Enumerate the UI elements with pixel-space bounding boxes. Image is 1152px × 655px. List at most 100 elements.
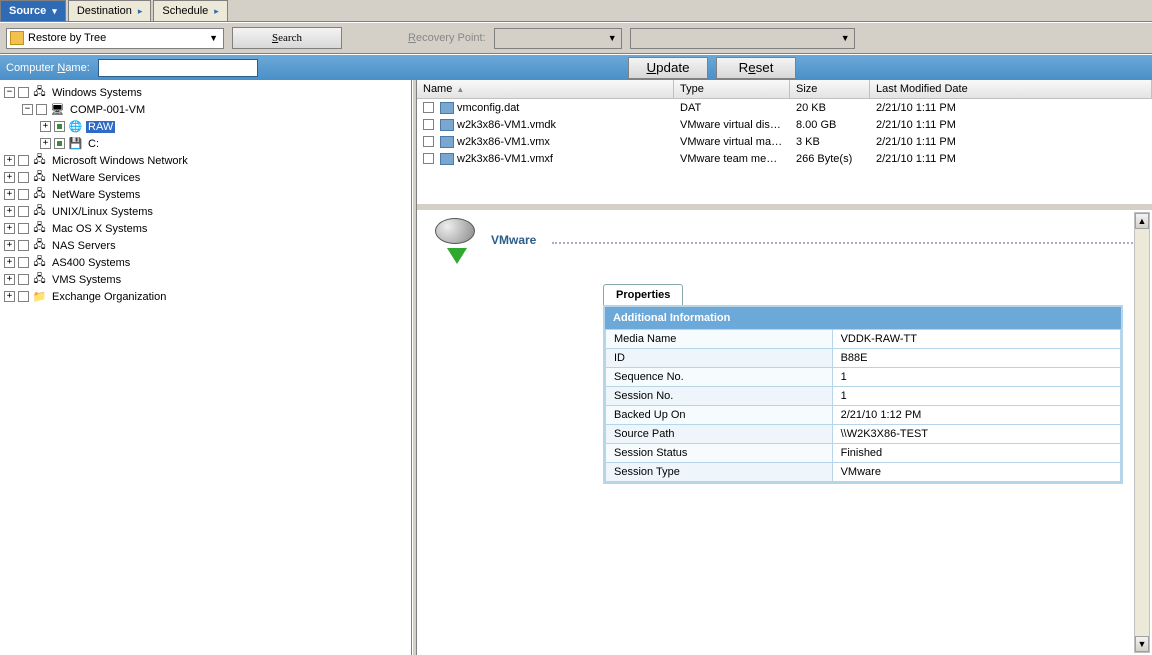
tree-node[interactable]: +🖧VMS Systems — [2, 271, 411, 288]
checkbox[interactable] — [423, 136, 434, 147]
right-pane: Name▲ Type Size Last Modified Date vmcon… — [417, 80, 1152, 655]
chevron-right-icon: ▸ — [138, 6, 143, 17]
network-icon: 🖧 — [32, 273, 47, 286]
file-type: VMware team member — [674, 153, 790, 165]
property-row: Session No.1 — [606, 387, 1121, 406]
recovery-point-date-select[interactable]: ▼ — [494, 28, 622, 49]
checkbox[interactable] — [18, 172, 29, 183]
property-key: Session Type — [606, 463, 833, 482]
checkbox[interactable] — [36, 104, 47, 115]
expand-icon[interactable]: + — [4, 274, 15, 285]
file-row[interactable]: vmconfig.datDAT20 KB2/21/10 1:11 PM — [417, 99, 1152, 116]
tab-source[interactable]: Source▾ — [0, 0, 66, 21]
computer-icon: 🖥 — [50, 103, 65, 116]
tree-node-c-drive[interactable]: + 💾 C: — [38, 135, 411, 152]
expand-icon[interactable]: + — [4, 206, 15, 217]
tree-node[interactable]: +🖧NetWare Services — [2, 169, 411, 186]
update-button[interactable]: Update — [628, 57, 708, 79]
checkbox[interactable] — [18, 240, 29, 251]
property-key: Media Name — [606, 330, 833, 349]
checkbox[interactable] — [423, 102, 434, 113]
file-row[interactable]: w2k3x86-VM1.vmxfVMware team member266 By… — [417, 150, 1152, 167]
expand-icon[interactable]: + — [4, 223, 15, 234]
checkbox[interactable] — [18, 257, 29, 268]
property-key: Backed Up On — [606, 406, 833, 425]
detail-pane: VMware Properties Additional Information… — [417, 204, 1152, 655]
scroll-up-icon[interactable]: ▲ — [1135, 213, 1149, 229]
file-size: 8.00 GB — [790, 119, 870, 131]
file-date: 2/21/10 1:11 PM — [870, 119, 1152, 131]
tree-node[interactable]: +🖧Mac OS X Systems — [2, 220, 411, 237]
tree-node-raw[interactable]: + 🌐 RAW — [38, 118, 411, 135]
tree-node[interactable]: +🖧NAS Servers — [2, 237, 411, 254]
expand-icon[interactable]: + — [4, 155, 15, 166]
checkbox[interactable] — [423, 153, 434, 164]
property-row: Source Path\\W2K3X86-TEST — [606, 425, 1121, 444]
expand-icon[interactable]: + — [4, 257, 15, 268]
file-type: DAT — [674, 102, 790, 114]
expand-icon[interactable]: + — [4, 291, 15, 302]
expand-icon[interactable]: + — [4, 240, 15, 251]
tree-node[interactable]: +🖧Microsoft Windows Network — [2, 152, 411, 169]
expand-icon[interactable]: + — [40, 138, 51, 149]
expand-icon[interactable]: + — [40, 121, 51, 132]
collapse-icon[interactable]: − — [4, 87, 15, 98]
recovery-point-session-select[interactable]: ▼ — [630, 28, 855, 49]
property-key: Session Status — [606, 444, 833, 463]
tree-pane: − 🖧 Windows Systems − 🖥 COMP-001-VM — [0, 80, 412, 655]
checkbox[interactable] — [18, 87, 29, 98]
property-row: Backed Up On2/21/10 1:12 PM — [606, 406, 1121, 425]
file-name: w2k3x86-VM1.vmdk — [457, 119, 556, 131]
checkbox[interactable] — [18, 274, 29, 285]
checkbox[interactable] — [18, 155, 29, 166]
checkbox[interactable] — [18, 291, 29, 302]
column-name[interactable]: Name▲ — [417, 80, 674, 98]
tab-destination[interactable]: Destination▸ — [68, 0, 152, 21]
checkbox[interactable] — [18, 189, 29, 200]
property-row: Media NameVDDK-RAW-TT — [606, 330, 1121, 349]
file-date: 2/21/10 1:11 PM — [870, 153, 1152, 165]
property-value: \\W2K3X86-TEST — [832, 425, 1120, 444]
tree-node[interactable]: +🖧NetWare Systems — [2, 186, 411, 203]
chevron-down-icon: ▼ — [841, 33, 850, 43]
expand-icon[interactable]: + — [4, 189, 15, 200]
column-size[interactable]: Size — [790, 80, 870, 98]
property-value: 2/21/10 1:12 PM — [832, 406, 1120, 425]
tree-node-vm[interactable]: − 🖥 COMP-001-VM — [20, 101, 411, 118]
properties-tab[interactable]: Properties — [603, 284, 683, 305]
checkbox[interactable] — [423, 119, 434, 130]
column-date[interactable]: Last Modified Date — [870, 80, 1152, 98]
search-button[interactable]: Search — [232, 27, 342, 49]
checkbox[interactable] — [54, 121, 65, 132]
filter-bar: Computer Name: Update Reset — [0, 54, 1152, 80]
scrollbar[interactable]: ▲ ▼ — [1134, 212, 1150, 653]
file-size: 3 KB — [790, 136, 870, 148]
checkbox[interactable] — [54, 138, 65, 149]
scroll-down-icon[interactable]: ▼ — [1135, 636, 1149, 652]
property-value: VMware — [832, 463, 1120, 482]
checkbox[interactable] — [18, 223, 29, 234]
network-icon: 🖧 — [32, 86, 47, 99]
tree-node[interactable]: +🖧AS400 Systems — [2, 254, 411, 271]
file-row[interactable]: w2k3x86-VM1.vmdkVMware virtual disk ...8… — [417, 116, 1152, 133]
file-date: 2/21/10 1:11 PM — [870, 136, 1152, 148]
network-icon: 🖧 — [32, 154, 47, 167]
detail-title: VMware — [491, 233, 536, 247]
tree-node[interactable]: +🖧UNIX/Linux Systems — [2, 203, 411, 220]
collapse-icon[interactable]: − — [22, 104, 33, 115]
computer-name-input[interactable] — [98, 59, 258, 77]
restore-mode-select[interactable]: Restore by Tree ▼ — [6, 28, 224, 49]
property-row: Sequence No.1 — [606, 368, 1121, 387]
expand-icon[interactable]: + — [4, 172, 15, 183]
property-key: Sequence No. — [606, 368, 833, 387]
tree-node-windows-systems[interactable]: − 🖧 Windows Systems — [2, 84, 411, 101]
reset-button[interactable]: Reset — [716, 57, 796, 79]
tree-node[interactable]: +📁Exchange Organization — [2, 288, 411, 305]
checkbox[interactable] — [18, 206, 29, 217]
file-row[interactable]: w2k3x86-VM1.vmxVMware virtual mac...3 KB… — [417, 133, 1152, 150]
properties-panel: Properties Additional Information Media … — [603, 284, 1123, 484]
column-type[interactable]: Type — [674, 80, 790, 98]
chevron-down-icon: ▼ — [207, 33, 220, 43]
tab-schedule[interactable]: Schedule▸ — [153, 0, 227, 21]
file-icon — [440, 136, 454, 148]
